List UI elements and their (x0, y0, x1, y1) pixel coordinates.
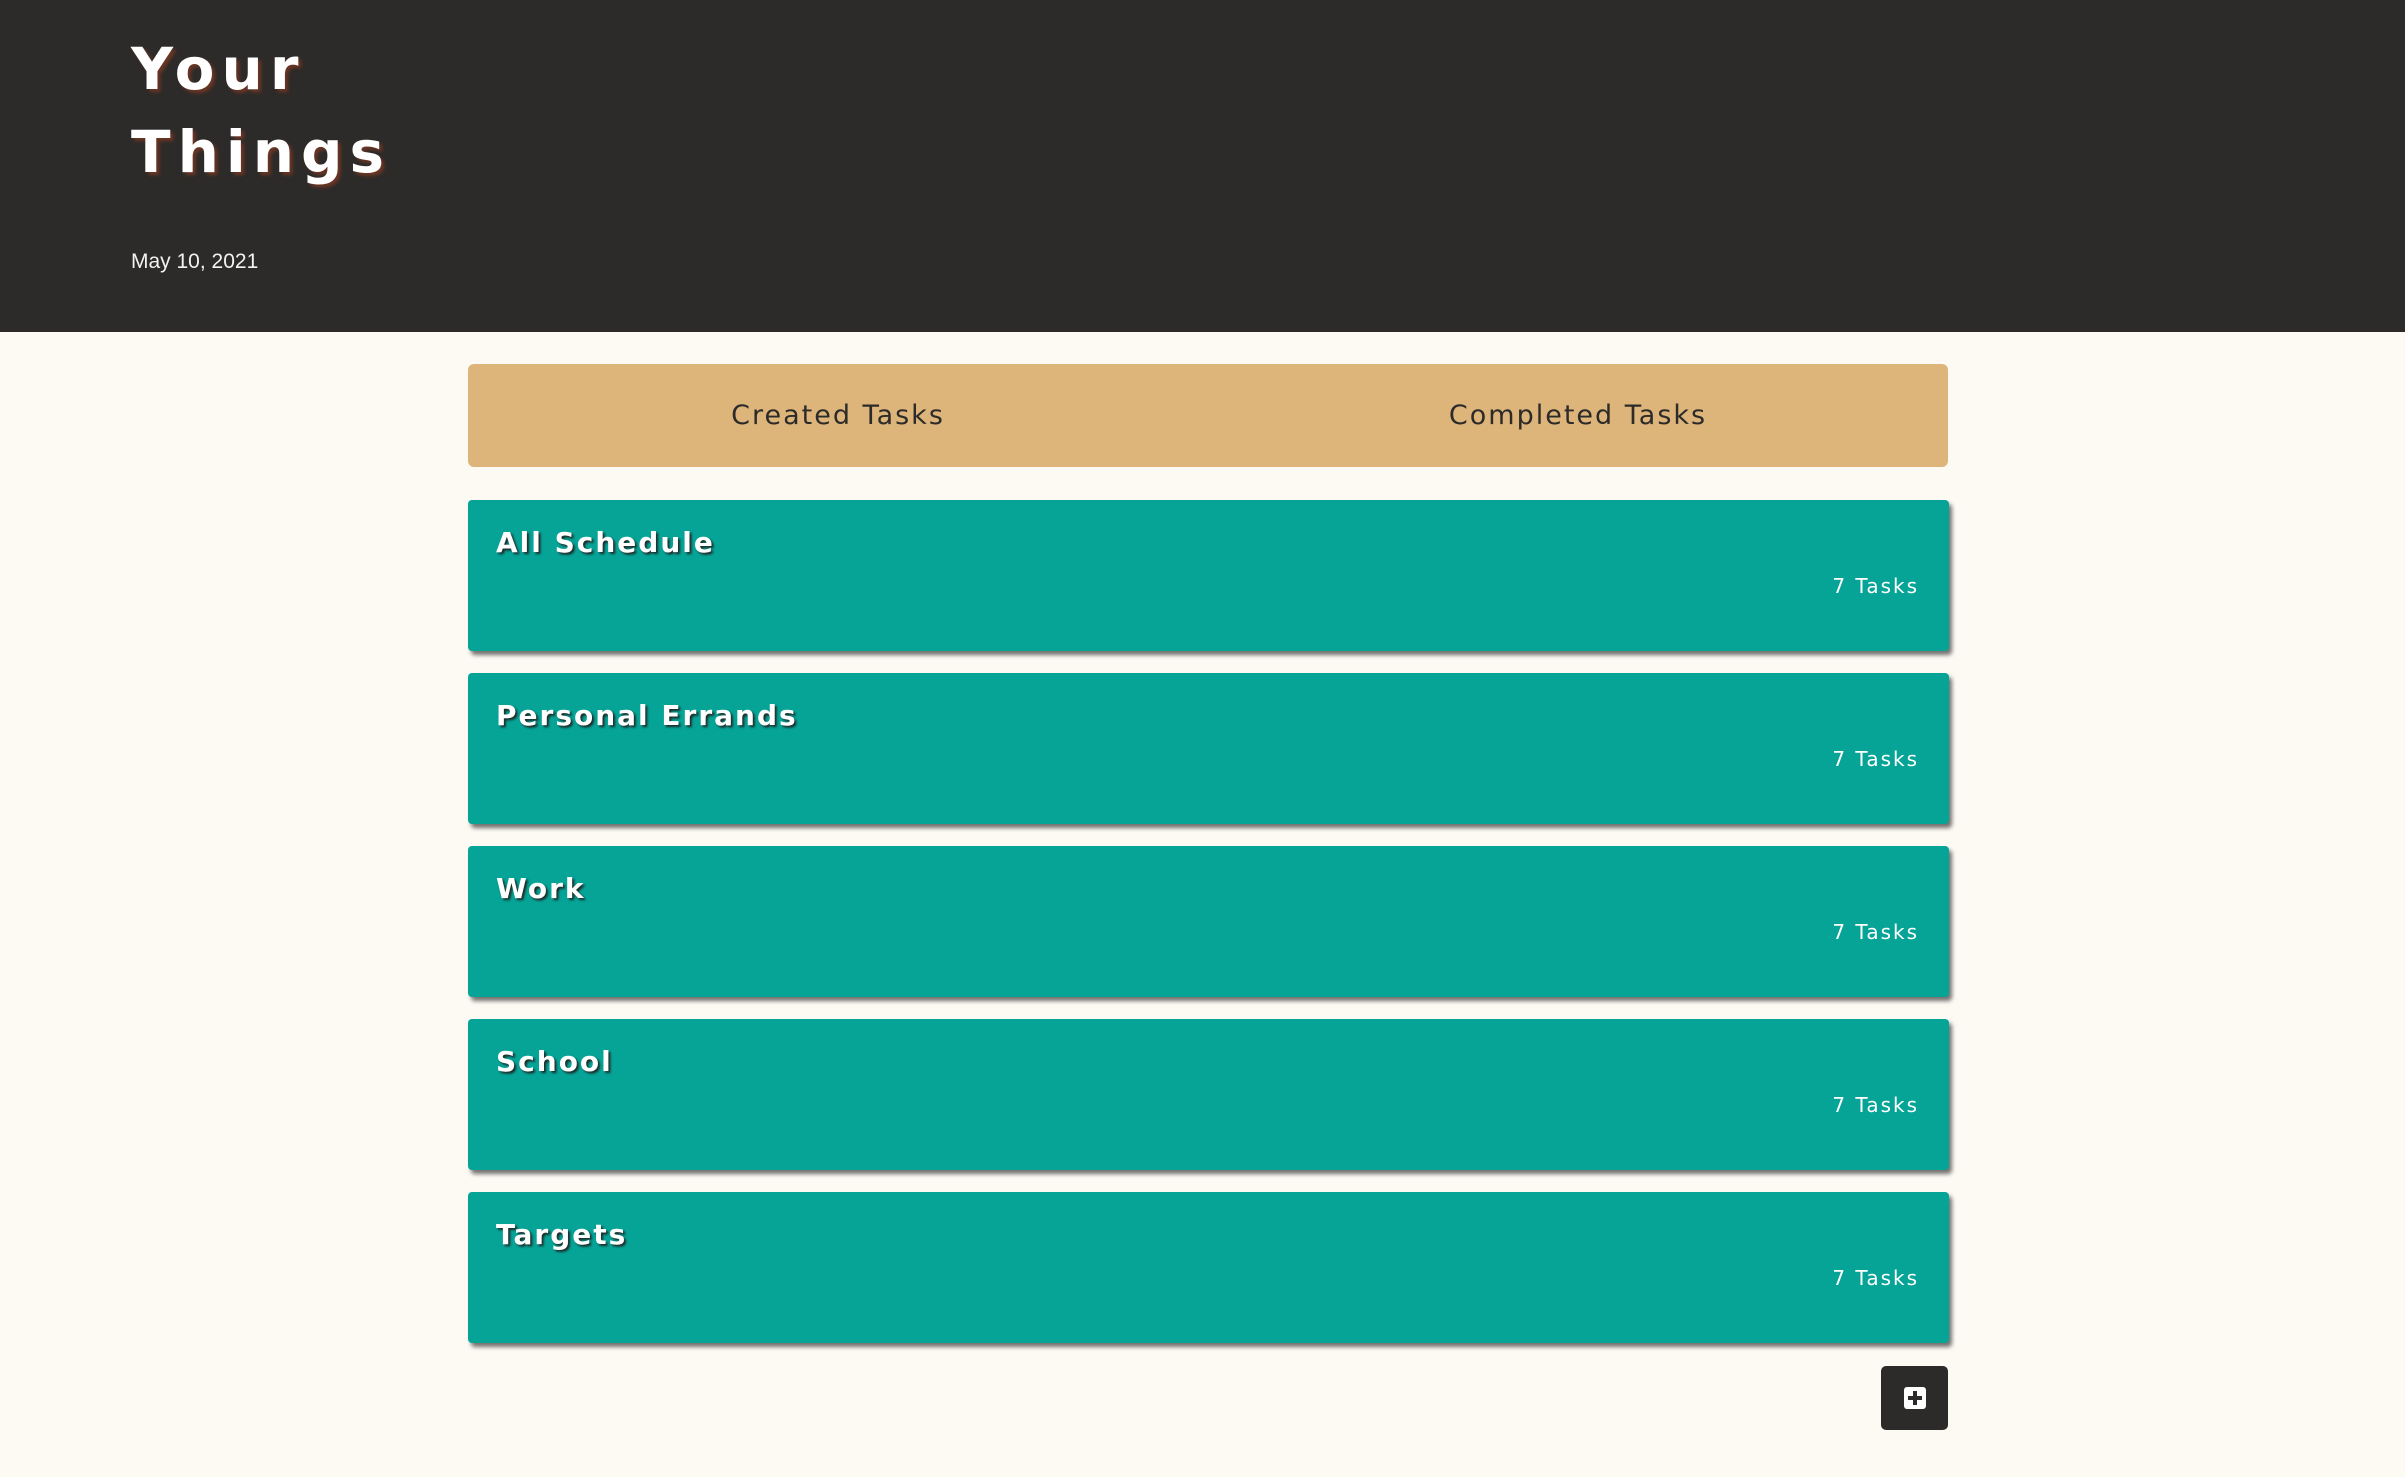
category-card-work[interactable]: Work 7 Tasks (468, 846, 1949, 997)
app-header: Your Things May 10, 2021 (0, 0, 2405, 332)
task-count: 7 Tasks (1832, 920, 1919, 944)
plus-square-icon (1903, 1387, 1926, 1409)
category-name: Work (496, 872, 586, 905)
category-name: School (496, 1045, 613, 1078)
category-name: Targets (496, 1218, 628, 1251)
category-card-targets[interactable]: Targets 7 Tasks (468, 1192, 1949, 1343)
category-name: All Schedule (496, 526, 715, 559)
tab-completed-tasks[interactable]: Completed Tasks (1208, 364, 1948, 467)
add-category-button[interactable] (1881, 1366, 1948, 1430)
category-name: Personal Errands (496, 699, 798, 732)
current-date: May 10, 2021 (131, 250, 259, 273)
category-card-school[interactable]: School 7 Tasks (468, 1019, 1949, 1170)
category-list: All Schedule 7 Tasks Personal Errands 7 … (468, 500, 1949, 1365)
app-title-line-2: Things (131, 118, 392, 186)
task-tabs: Created Tasks Completed Tasks (468, 364, 1948, 467)
app-title-line-1: Your (131, 35, 306, 103)
category-card-all-schedule[interactable]: All Schedule 7 Tasks (468, 500, 1949, 651)
tab-created-tasks[interactable]: Created Tasks (468, 364, 1208, 467)
task-count: 7 Tasks (1832, 747, 1919, 771)
app-title: Your Things (131, 28, 451, 194)
category-card-personal-errands[interactable]: Personal Errands 7 Tasks (468, 673, 1949, 824)
task-count: 7 Tasks (1832, 1093, 1919, 1117)
task-count: 7 Tasks (1832, 1266, 1919, 1290)
task-count: 7 Tasks (1832, 574, 1919, 598)
